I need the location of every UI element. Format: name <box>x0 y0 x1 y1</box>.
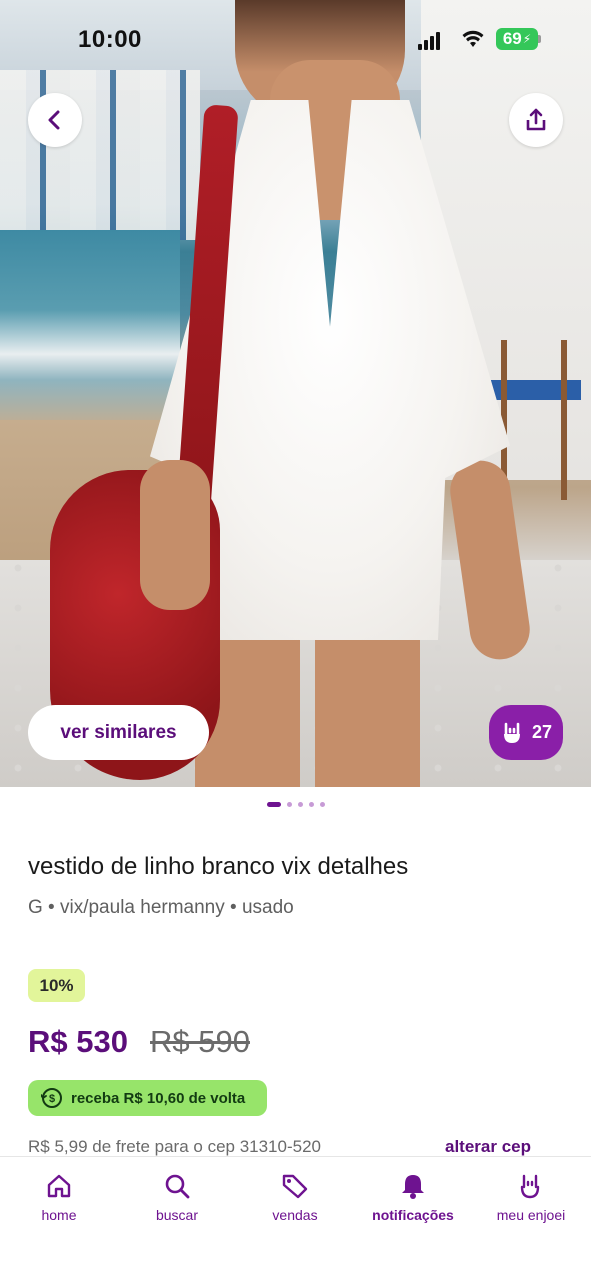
carousel-dot[interactable] <box>286 802 292 807</box>
home-icon <box>47 1174 71 1198</box>
search-icon <box>165 1174 190 1199</box>
likes-count: 27 <box>531 722 553 742</box>
battery-tip <box>538 35 541 43</box>
status-time: 10:00 <box>78 26 142 53</box>
see-similar-button[interactable]: ver similares <box>28 705 209 760</box>
current-price: R$ 530 <box>28 1024 128 1059</box>
cellular-signal-icon <box>418 30 442 50</box>
battery-level: 69 <box>502 29 522 48</box>
product-meta: G • vix/paula hermanny • usado <box>28 897 294 918</box>
bell-icon <box>402 1175 424 1199</box>
carousel-dot[interactable] <box>297 802 303 807</box>
tag-icon <box>282 1174 308 1199</box>
nav-my-enjoei[interactable]: meu enjoei <box>472 1171 590 1223</box>
photo-town <box>0 70 200 240</box>
share-button[interactable] <box>509 93 563 147</box>
change-cep-link[interactable]: alterar cep <box>445 1137 531 1157</box>
nav-search[interactable]: buscar <box>118 1171 236 1223</box>
share-icon <box>526 108 546 131</box>
like-button[interactable]: 27 <box>489 705 563 760</box>
rock-hand-icon <box>520 1174 540 1199</box>
nav-home[interactable]: home <box>0 1171 118 1223</box>
freight-info: R$ 5,99 de frete para o cep 31310-520 <box>28 1137 321 1156</box>
carousel-dot[interactable] <box>308 802 314 807</box>
cashback-icon: $ <box>41 1088 62 1108</box>
cashback-text: receba R$ 10,60 de volta <box>71 1089 246 1107</box>
svg-text:$: $ <box>49 1093 55 1105</box>
status-bar: 10:00 69 ⚡ <box>0 0 591 80</box>
carousel-dot[interactable] <box>266 802 281 807</box>
carousel-indicator <box>0 802 591 807</box>
carousel-dot[interactable] <box>319 802 325 807</box>
discount-badge: 10% <box>28 969 85 1002</box>
photo-arm <box>140 460 210 610</box>
battery-indicator: 69 ⚡ <box>496 28 538 50</box>
product-photo[interactable] <box>0 0 591 787</box>
wifi-icon <box>462 30 484 47</box>
bottom-navigation: home buscar vendas notificações meu enjo… <box>0 1156 591 1280</box>
rock-hand-icon <box>503 722 520 743</box>
photo-sea <box>0 230 180 430</box>
cashback-badge: $ receba R$ 10,60 de volta <box>28 1080 267 1116</box>
back-button[interactable] <box>28 93 82 147</box>
product-title: vestido de linho branco vix detalhes <box>28 853 409 880</box>
nav-label: vendas <box>272 1207 318 1223</box>
nav-notifications[interactable]: notificações <box>354 1171 472 1223</box>
original-price: R$ 590 <box>150 1024 250 1059</box>
nav-label: home <box>41 1207 77 1223</box>
nav-label: notificações <box>372 1207 454 1223</box>
nav-label: buscar <box>155 1207 199 1223</box>
chevron-left-icon <box>48 110 60 130</box>
nav-sales[interactable]: vendas <box>236 1171 354 1223</box>
charging-icon: ⚡ <box>522 32 532 46</box>
nav-label: meu enjoei <box>496 1207 566 1223</box>
